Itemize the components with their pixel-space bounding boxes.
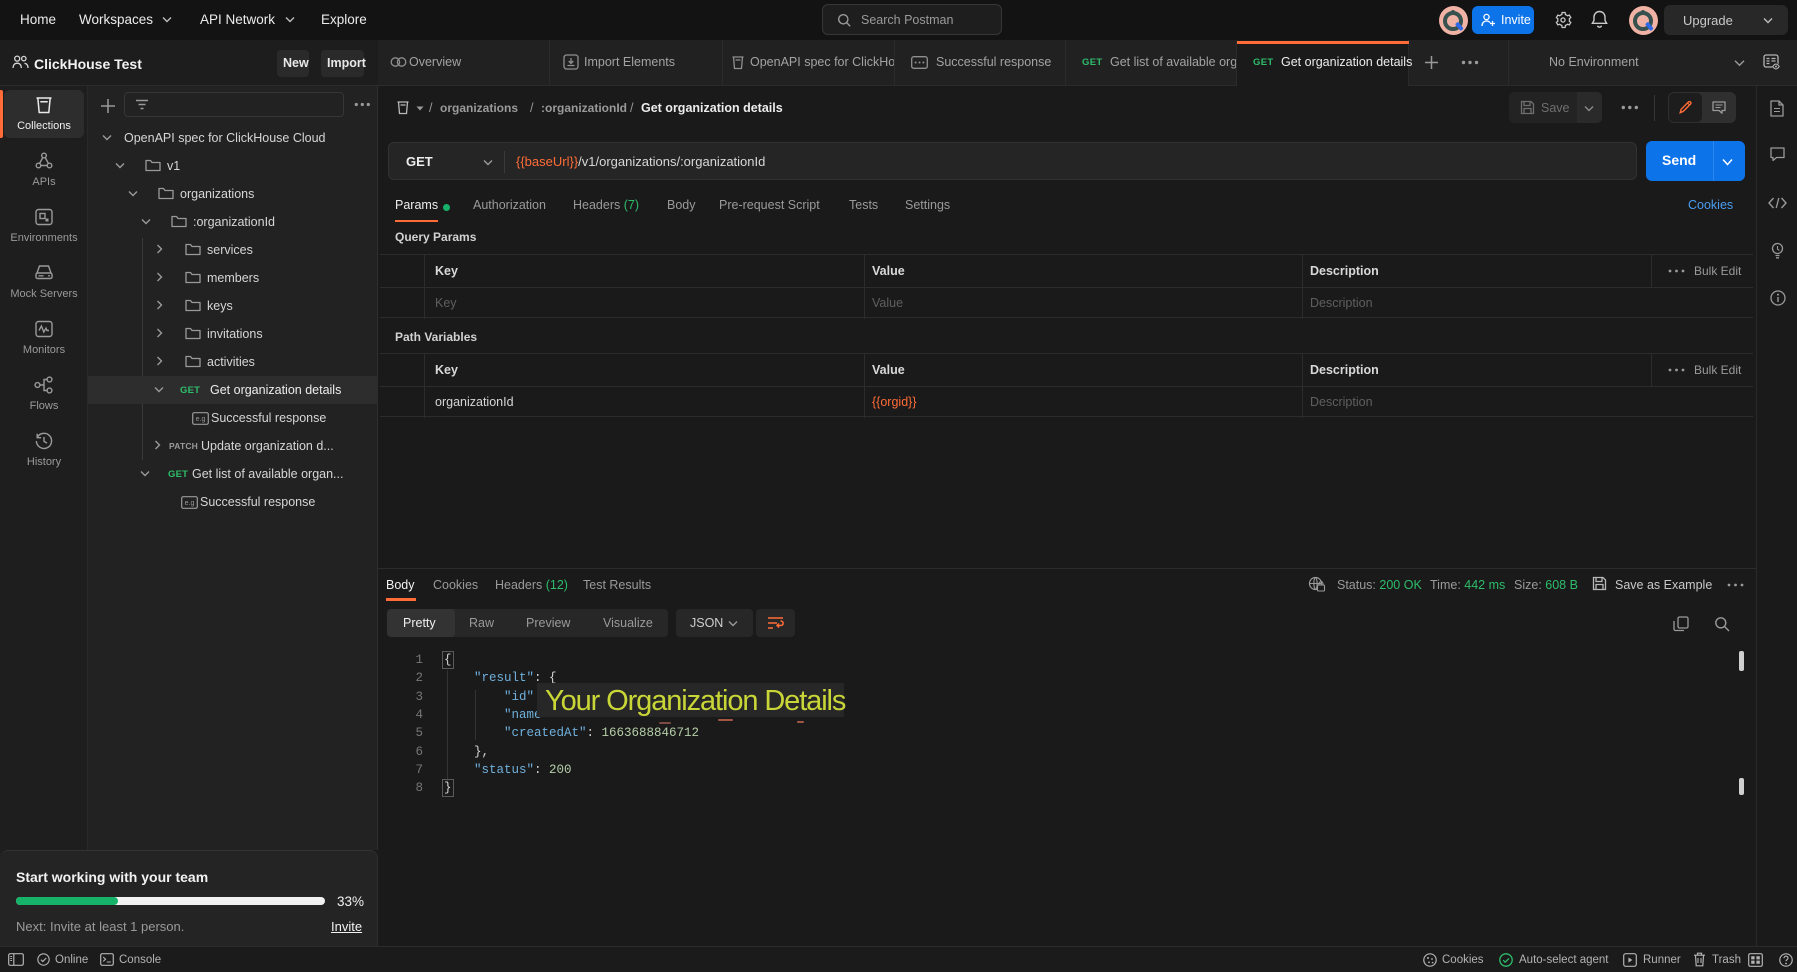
svg-text:e.g: e.g — [185, 500, 195, 507]
svg-text:e.g: e.g — [196, 416, 206, 423]
